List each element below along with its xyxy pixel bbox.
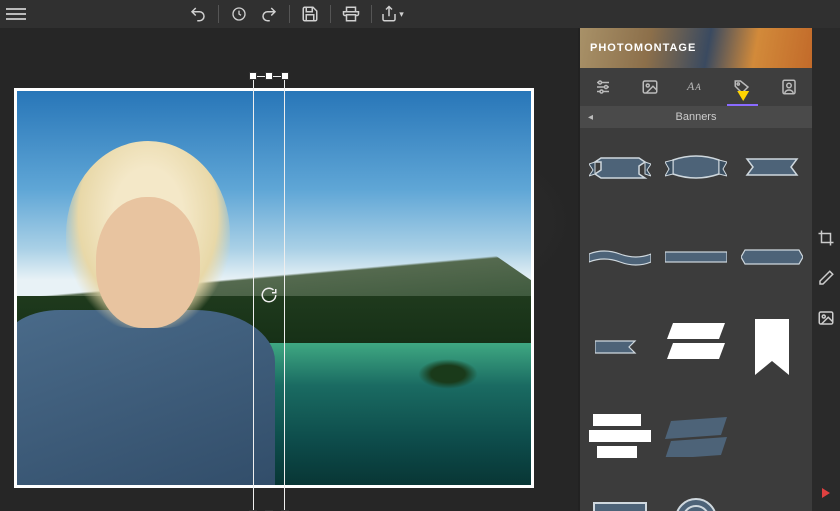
image-tool[interactable]	[816, 308, 836, 328]
resize-handle-t[interactable]	[265, 72, 273, 80]
menu-button[interactable]	[6, 5, 26, 23]
text-icon: AA	[686, 78, 706, 96]
undo-button[interactable]	[186, 2, 210, 26]
chevron-left-icon: ◂	[588, 112, 593, 123]
svg-text:A: A	[686, 79, 695, 93]
toolbar-divider	[289, 5, 290, 23]
chevron-down-icon: ▾	[399, 9, 404, 20]
tab-shapes[interactable]	[719, 68, 765, 106]
app-root: ▾	[0, 0, 840, 511]
panel-section-header[interactable]: ◂ Banners	[580, 106, 812, 128]
asset-empty	[740, 408, 804, 466]
print-icon	[342, 5, 360, 23]
crop-tool[interactable]	[816, 228, 836, 248]
toolbar-divider	[371, 5, 372, 23]
history-icon	[231, 6, 247, 22]
draw-tool[interactable]	[816, 268, 836, 288]
panel-header: PHOTOMONTAGE	[580, 28, 812, 68]
banner-trapezoid[interactable]	[740, 498, 804, 511]
side-panel: PHOTOMONTAGE AA	[578, 28, 812, 511]
asset-row	[588, 498, 804, 511]
tab-adjustments[interactable]	[580, 68, 626, 106]
sliders-icon	[594, 78, 612, 96]
main-area: PHOTOMONTAGE AA	[0, 28, 840, 511]
banner-fold-1[interactable]	[740, 228, 804, 286]
banner-bars-white[interactable]	[588, 408, 652, 466]
asset-grid	[580, 128, 812, 511]
right-tool-rail	[812, 28, 840, 511]
tag-icon	[733, 78, 751, 96]
resize-handle-tr[interactable]	[281, 72, 289, 80]
top-toolbar: ▾	[0, 0, 840, 28]
history-button[interactable]	[227, 2, 251, 26]
print-button[interactable]	[339, 2, 363, 26]
asset-row	[588, 318, 804, 376]
banner-ribbon-2[interactable]	[664, 138, 728, 196]
pencil-icon	[817, 269, 835, 287]
resize-handle-tl[interactable]	[249, 72, 257, 80]
toolbar-divider	[218, 5, 219, 23]
banner-slant-white[interactable]	[664, 318, 728, 376]
share-icon	[380, 5, 398, 23]
asset-row	[588, 228, 804, 286]
share-button[interactable]: ▾	[380, 2, 404, 26]
photo-person	[17, 123, 289, 485]
rotate-icon[interactable]	[260, 286, 278, 304]
selection-box[interactable]	[253, 76, 285, 511]
banner-ribbon-1[interactable]	[588, 138, 652, 196]
banner-rect-outline[interactable]	[588, 498, 652, 511]
tab-image[interactable]	[626, 68, 672, 106]
svg-text:A: A	[694, 82, 701, 92]
image-icon	[641, 78, 659, 96]
banner-flag-small[interactable]	[588, 318, 652, 376]
undo-icon	[189, 5, 207, 23]
panel-title: PHOTOMONTAGE	[590, 42, 696, 54]
crop-icon	[817, 229, 835, 247]
banner-ribbon-3[interactable]	[740, 138, 804, 196]
panel-tabs: AA	[580, 68, 812, 106]
asset-row	[588, 138, 804, 196]
banner-wave-1[interactable]	[588, 228, 652, 286]
save-icon	[301, 5, 319, 23]
banner-flat-1[interactable]	[664, 228, 728, 286]
banner-bookmark-white[interactable]	[740, 318, 804, 376]
photo-island	[418, 359, 478, 389]
panel-section-label: Banners	[676, 111, 717, 123]
picture-icon	[817, 309, 835, 327]
asset-row	[588, 408, 804, 466]
redo-icon	[260, 5, 278, 23]
play-icon	[822, 488, 830, 498]
banner-slant-dark[interactable]	[664, 408, 728, 466]
redo-button[interactable]	[257, 2, 281, 26]
canvas-area[interactable]	[0, 28, 578, 511]
person-icon	[780, 78, 798, 96]
tab-portrait[interactable]	[766, 68, 812, 106]
play-button[interactable]	[816, 483, 836, 503]
toolbar-divider	[330, 5, 331, 23]
tab-text[interactable]: AA	[673, 68, 719, 106]
save-button[interactable]	[298, 2, 322, 26]
banner-medal[interactable]	[664, 498, 728, 511]
top-tools-group: ▾	[186, 2, 404, 26]
